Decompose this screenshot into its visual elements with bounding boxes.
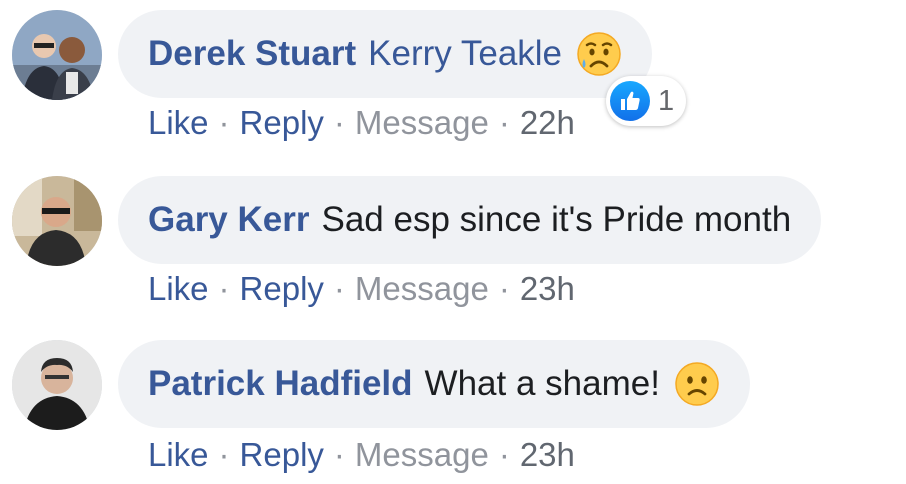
like-link[interactable]: Like [148,270,209,307]
author-name[interactable]: Gary Kerr [148,200,309,240]
message-link[interactable]: Message [355,436,489,473]
separator-dot: · [498,270,510,307]
avatar-photo-icon [12,10,102,100]
comment-bubble: Derek Stuart Kerry Teakle [118,10,653,98]
thumbs-up-icon [610,81,650,121]
comment-actions: Like · Reply · Message · 23h [148,270,575,308]
separator-dot: · [333,270,345,307]
reply-link[interactable]: Reply [240,436,324,473]
avatar[interactable] [12,10,102,100]
timestamp[interactable]: 23h [520,270,575,307]
comment-bubble: Gary Kerr Sad esp since it's Pride month [118,176,822,264]
author-name[interactable]: Patrick Hadfield [148,364,413,404]
message-link[interactable]: Message [355,270,489,307]
reaction-summary[interactable]: 1 [606,76,687,126]
frowning-face-icon [674,361,720,407]
avatar[interactable] [12,176,102,266]
separator-dot: · [498,104,510,141]
separator-dot: · [498,436,510,473]
comment-text: Sad esp since it's Pride month [321,200,792,239]
message-link[interactable]: Message [355,104,489,141]
reply-link[interactable]: Reply [240,270,324,307]
sad-tear-face-icon [576,31,622,77]
like-link[interactable]: Like [148,436,209,473]
like-link[interactable]: Like [148,104,209,141]
author-name[interactable]: Derek Stuart [148,34,356,74]
comment-actions: Like · Reply · Message · 22h [148,104,575,142]
timestamp[interactable]: 22h [520,104,575,141]
avatar-photo-icon [12,340,102,430]
avatar[interactable] [12,340,102,430]
comment-actions: Like · Reply · Message · 23h [148,436,575,474]
reaction-count: 1 [658,84,675,117]
separator-dot: · [333,104,345,141]
separator-dot: · [333,436,345,473]
separator-dot: · [218,104,230,141]
separator-dot: · [218,270,230,307]
reply-link[interactable]: Reply [240,104,324,141]
comment-text: What a shame! [424,364,660,403]
mentioned-user[interactable]: Kerry Teakle [368,34,562,74]
comment-bubble: Patrick Hadfield What a shame! [118,340,750,428]
avatar-photo-icon [12,176,102,266]
separator-dot: · [218,436,230,473]
timestamp[interactable]: 23h [520,436,575,473]
